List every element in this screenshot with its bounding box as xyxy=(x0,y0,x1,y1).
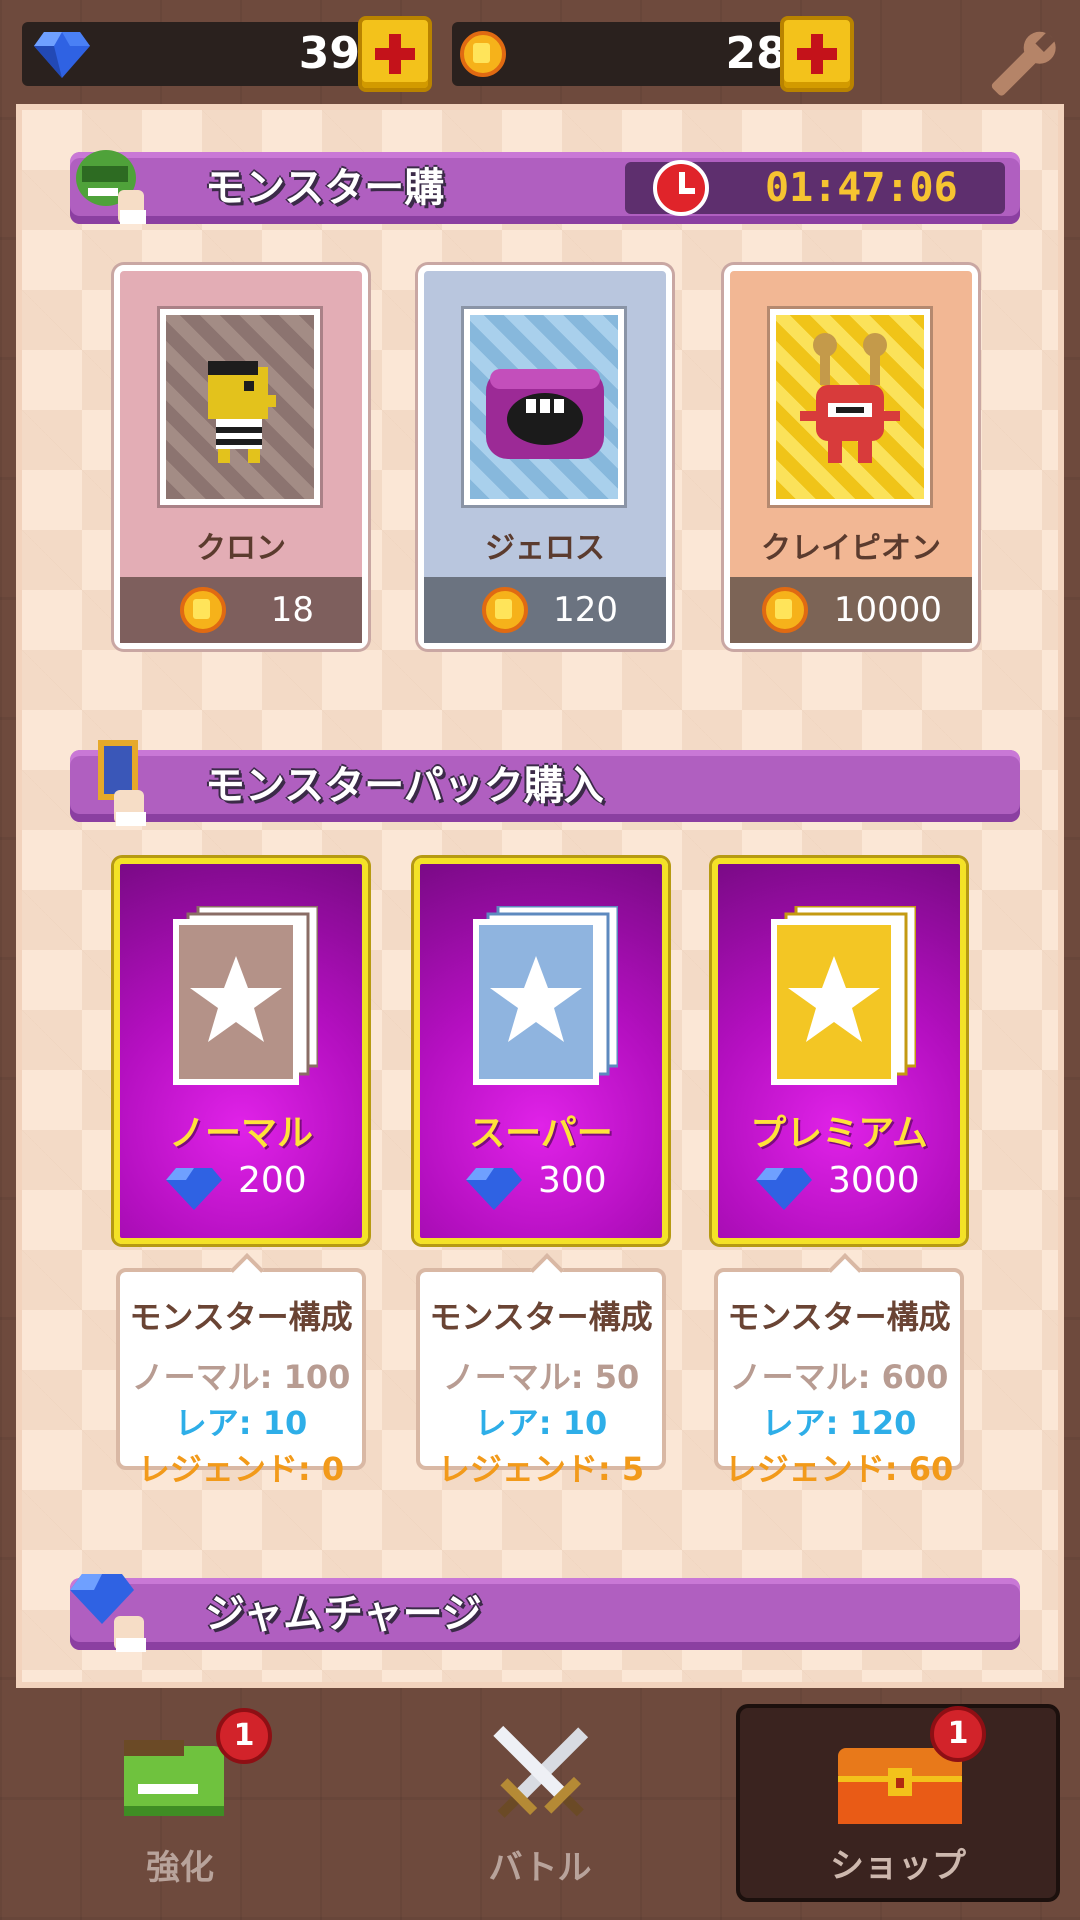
gold-coin-icon xyxy=(482,587,528,633)
super-pack-stack-icon xyxy=(473,906,618,1085)
monster-shop-title: モンスター購 xyxy=(205,165,445,211)
monster-card-jerosu[interactable]: ジェロス 120 xyxy=(418,265,672,649)
pack-card-normal[interactable]: ノーマル 200 xyxy=(114,858,368,1244)
nav-upgrade[interactable]: 1 強化 xyxy=(80,1690,280,1900)
wrench-icon[interactable] xyxy=(984,24,1060,104)
monster-price: 18 xyxy=(120,577,362,643)
plus-icon xyxy=(375,34,415,74)
composition-rare: レア: 10 xyxy=(474,1404,608,1442)
blue-gem-icon xyxy=(34,32,90,78)
notification-badge: 1 xyxy=(216,1708,272,1764)
composition-title: モンスター構成 xyxy=(727,1298,951,1336)
monster-price: 10000 xyxy=(730,577,972,643)
pack-shop-title: モンスターパック購入 xyxy=(205,763,604,809)
composition-normal: ノーマル: 100 xyxy=(131,1358,351,1396)
monster-shop-header: モンスター購 01:47:06 xyxy=(70,150,1020,224)
pack-name: スーパー xyxy=(469,1113,613,1154)
gem-counter: 39 xyxy=(22,22,372,86)
blue-gem-icon xyxy=(166,1168,222,1210)
card-pack-icon xyxy=(98,740,146,826)
pack-composition-premium: モンスター構成 ノーマル: 600 レア: 120 レジェンド: 60 xyxy=(714,1268,964,1488)
composition-legend: レジェンド: 0 xyxy=(137,1450,345,1488)
pack-name: ノーマル xyxy=(168,1113,313,1154)
pack-card-super[interactable]: スーパー 300 xyxy=(414,858,668,1244)
timer-text: 01:47:06 xyxy=(765,165,958,211)
monster-name: ジェロス xyxy=(485,531,605,566)
jerosu-monster-icon xyxy=(486,369,604,459)
notification-badge: 1 xyxy=(930,1706,986,1762)
composition-legend: レジェンド: 60 xyxy=(724,1450,954,1488)
composition-normal: ノーマル: 50 xyxy=(442,1358,640,1396)
price-value: 10000 xyxy=(833,590,942,630)
price-value: 120 xyxy=(553,590,618,630)
composition-title: モンスター構成 xyxy=(129,1298,353,1336)
blue-gem-icon xyxy=(466,1168,522,1210)
premium-pack-stack-icon xyxy=(771,906,916,1085)
gem-charge-title: ジャムチャージ xyxy=(205,1591,482,1637)
add-coins-button[interactable] xyxy=(780,16,854,92)
pack-card-premium[interactable]: プレミアム 3000 xyxy=(712,858,966,1244)
goblin-head-icon xyxy=(76,150,146,224)
monster-card-art xyxy=(464,309,624,505)
gem-count: 39 xyxy=(298,28,360,79)
monster-name: クロン xyxy=(196,531,286,566)
monster-card-kuron[interactable]: クロン 18 xyxy=(114,265,368,649)
shop-timer: 01:47:06 xyxy=(625,160,1005,216)
monster-card-art xyxy=(160,309,320,505)
pack-composition-super: モンスター構成 ノーマル: 50 レア: 10 レジェンド: 5 xyxy=(416,1268,666,1488)
nav-battle[interactable]: バトル xyxy=(440,1690,640,1900)
composition-normal: ノーマル: 600 xyxy=(729,1358,949,1396)
nav-label: バトル xyxy=(488,1848,592,1888)
pack-price: 300 xyxy=(538,1160,607,1201)
composition-rare: レア: 120 xyxy=(761,1404,917,1442)
gold-coin-icon xyxy=(762,587,808,633)
composition-title: モンスター構成 xyxy=(429,1298,653,1336)
pack-name: プレミアム xyxy=(750,1113,928,1154)
crossed-swords-icon xyxy=(493,1725,589,1818)
price-value: 18 xyxy=(270,590,314,630)
monster-card-art xyxy=(770,309,930,505)
monster-name: クレイピオン xyxy=(761,531,941,566)
kuron-monster-icon xyxy=(208,361,276,463)
gem-hand-icon xyxy=(70,1574,146,1652)
composition-rare: レア: 10 xyxy=(174,1404,308,1442)
nav-shop[interactable]: 1 ショップ xyxy=(736,1704,1060,1902)
nav-label: ショップ xyxy=(830,1846,966,1886)
nav-label: 強化 xyxy=(146,1848,214,1888)
monster-card-kureipion[interactable]: クレイピオン 10000 xyxy=(724,265,978,649)
coin-counter: 2827 xyxy=(452,22,848,86)
clock-icon xyxy=(653,160,709,216)
gold-coin-icon xyxy=(460,31,506,77)
blue-gem-icon xyxy=(756,1168,812,1210)
kureipion-monster-icon xyxy=(800,333,900,463)
composition-legend: レジェンド: 5 xyxy=(437,1450,645,1488)
pack-shop-header: モンスターパック購入 xyxy=(70,740,1020,826)
pack-price: 200 xyxy=(238,1160,307,1201)
pack-composition-normal: モンスター構成 ノーマル: 100 レア: 10 レジェンド: 0 xyxy=(116,1268,366,1488)
gold-coin-icon xyxy=(180,587,226,633)
add-gems-button[interactable] xyxy=(358,16,432,92)
plus-icon xyxy=(797,34,837,74)
monster-price: 120 xyxy=(424,577,666,643)
normal-pack-stack-icon xyxy=(173,906,318,1085)
gem-charge-header: ジャムチャージ xyxy=(70,1574,1020,1652)
pack-price: 3000 xyxy=(828,1160,920,1201)
